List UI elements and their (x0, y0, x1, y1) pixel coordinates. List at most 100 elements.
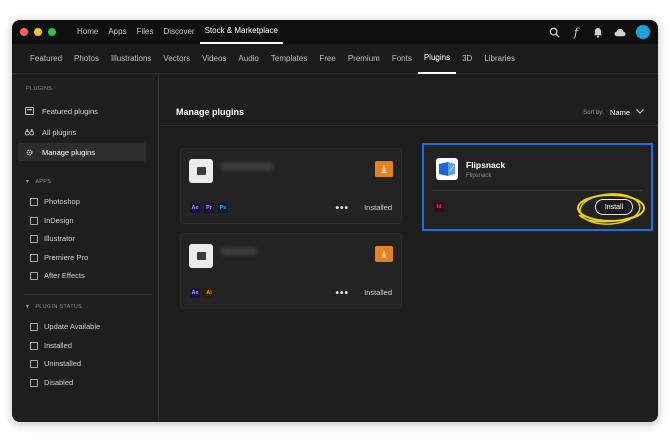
checkbox[interactable] (30, 322, 38, 331)
sidebar-item-label: All plugins (42, 127, 77, 137)
tab-libraries[interactable]: Libraries (478, 44, 521, 74)
maximize-window-button[interactable] (48, 28, 56, 36)
flipsnack-icon (436, 158, 458, 180)
sidebar-item-manage-plugins[interactable]: Manage plugins (18, 143, 146, 161)
main-divider (160, 125, 658, 126)
chevron-down-icon: ▾ (26, 304, 30, 310)
top-nav-stock-marketplace[interactable]: Stock & Marketplace (199, 20, 283, 44)
plugin-card[interactable]: ⤓ Ae Ai ••• Installed (180, 233, 402, 309)
filter-installed[interactable]: Installed (30, 341, 72, 350)
plugin-name-blurred (221, 248, 257, 255)
app-badge-ae: Ae (190, 288, 200, 298)
top-app-bar: Home Apps Files Discover Stock & Marketp… (12, 20, 658, 44)
download-button[interactable]: ⤓ (375, 246, 393, 262)
app-badge-ai: Ai (204, 288, 214, 298)
top-icons: f (548, 20, 650, 44)
filter-indesign[interactable]: InDesign (30, 216, 74, 225)
filter-photoshop[interactable]: Photoshop (30, 197, 80, 206)
minimize-window-button[interactable] (34, 28, 42, 36)
checkbox[interactable] (30, 253, 38, 262)
top-nav: Home Apps Files Discover Stock & Marketp… (72, 20, 283, 44)
window-controls (20, 28, 56, 36)
tab-illustrations[interactable]: Illustrations (105, 44, 157, 74)
main-content: Manage plugins Sort by: Name ⤓ Ae Pr Ps … (160, 75, 658, 422)
more-options-button[interactable]: ••• (335, 288, 349, 299)
flipsnack-plugin-card[interactable]: Flipsnack Flipsnack Id Install (422, 143, 653, 231)
checkbox[interactable] (30, 341, 38, 350)
plugin-publisher: Flipsnack (466, 173, 492, 179)
plugin-icon (189, 159, 213, 183)
checkbox[interactable] (30, 271, 38, 280)
sort-value: Name (609, 108, 630, 117)
gear-icon (25, 148, 34, 157)
checkbox[interactable] (30, 234, 38, 243)
tab-premium[interactable]: Premium (342, 44, 386, 74)
sidebar-divider (24, 294, 152, 295)
category-nav: Featured Photos Illustrations Vectors Vi… (12, 44, 658, 74)
tab-vectors[interactable]: Vectors (157, 44, 196, 74)
sidebar-item-label: Manage plugins (42, 147, 95, 157)
tab-videos[interactable]: Videos (196, 44, 232, 74)
sidebar-item-featured-plugins[interactable]: Featured plugins (18, 102, 146, 120)
app-badge-pr: Pr (204, 203, 214, 213)
install-button[interactable]: Install (595, 199, 633, 215)
compatible-apps: Ae Ai (190, 288, 214, 298)
cloud-icon[interactable] (614, 26, 626, 38)
download-icon: ⤓ (382, 163, 386, 174)
avatar[interactable] (636, 25, 650, 39)
top-nav-apps[interactable]: Apps (103, 20, 131, 44)
tab-free[interactable]: Free (313, 44, 341, 74)
tab-3d[interactable]: 3D (456, 44, 478, 74)
status-label: Installed (364, 203, 392, 212)
download-icon: ⤓ (382, 248, 386, 259)
sidebar-heading: PLUGINS (26, 86, 53, 92)
plugin-icon (189, 244, 213, 268)
sort-label: Sort by: (583, 109, 604, 116)
app-window: Home Apps Files Discover Stock & Marketp… (12, 20, 658, 422)
compatible-apps: Id (434, 202, 444, 212)
top-nav-home[interactable]: Home (72, 20, 103, 44)
checkbox[interactable] (30, 216, 38, 225)
tab-templates[interactable]: Templates (265, 44, 313, 74)
sidebar-item-label: Featured plugins (42, 106, 98, 116)
page-title: Manage plugins (176, 107, 245, 117)
more-options-button[interactable]: ••• (335, 203, 349, 214)
tab-plugins[interactable]: Plugins (417, 44, 457, 74)
plugin-name: Flipsnack (466, 160, 506, 170)
featured-icon (25, 107, 34, 116)
search-icon[interactable] (548, 26, 560, 38)
chevron-down-icon: ▾ (26, 179, 30, 185)
filter-illustrator[interactable]: Illustrator (30, 234, 75, 243)
plugin-card[interactable]: ⤓ Ae Pr Ps ••• Installed (180, 148, 402, 224)
tab-audio[interactable]: Audio (232, 44, 264, 74)
bell-icon[interactable] (592, 26, 604, 38)
status-label: Installed (364, 288, 392, 297)
top-nav-discover[interactable]: Discover (158, 20, 199, 44)
chevron-down-icon (636, 109, 644, 116)
filter-after-effects[interactable]: After Effects (30, 271, 85, 280)
sidebar-item-all-plugins[interactable]: All plugins (18, 123, 146, 141)
top-nav-files[interactable]: Files (132, 20, 159, 44)
tab-fonts[interactable]: Fonts (386, 44, 418, 74)
binoculars-icon (25, 128, 34, 137)
tab-photos[interactable]: Photos (68, 44, 105, 74)
checkbox[interactable] (30, 378, 38, 387)
filter-premiere-pro[interactable]: Premiere Pro (30, 253, 88, 262)
apps-section-toggle[interactable]: ▾ APPS (26, 178, 51, 186)
filter-update-available[interactable]: Update Available (30, 322, 100, 331)
app-badge-ae: Ae (190, 203, 200, 213)
filter-uninstalled[interactable]: Uninstalled (30, 359, 81, 368)
app-badge-id: Id (434, 202, 444, 212)
sort-control[interactable]: Sort by: Name (583, 108, 644, 117)
plugin-name-blurred (221, 163, 273, 170)
checkbox[interactable] (30, 197, 38, 206)
download-button[interactable]: ⤓ (375, 161, 393, 177)
app-badge-ps: Ps (218, 203, 228, 213)
sidebar: PLUGINS Featured plugins All plugins Man… (12, 75, 159, 422)
font-icon[interactable]: f (570, 26, 582, 39)
filter-disabled[interactable]: Disabled (30, 378, 73, 387)
checkbox[interactable] (30, 359, 38, 368)
plugin-status-section-toggle[interactable]: ▾ PLUGIN STATUS (26, 303, 82, 311)
close-window-button[interactable] (20, 28, 28, 36)
tab-featured[interactable]: Featured (24, 44, 68, 74)
